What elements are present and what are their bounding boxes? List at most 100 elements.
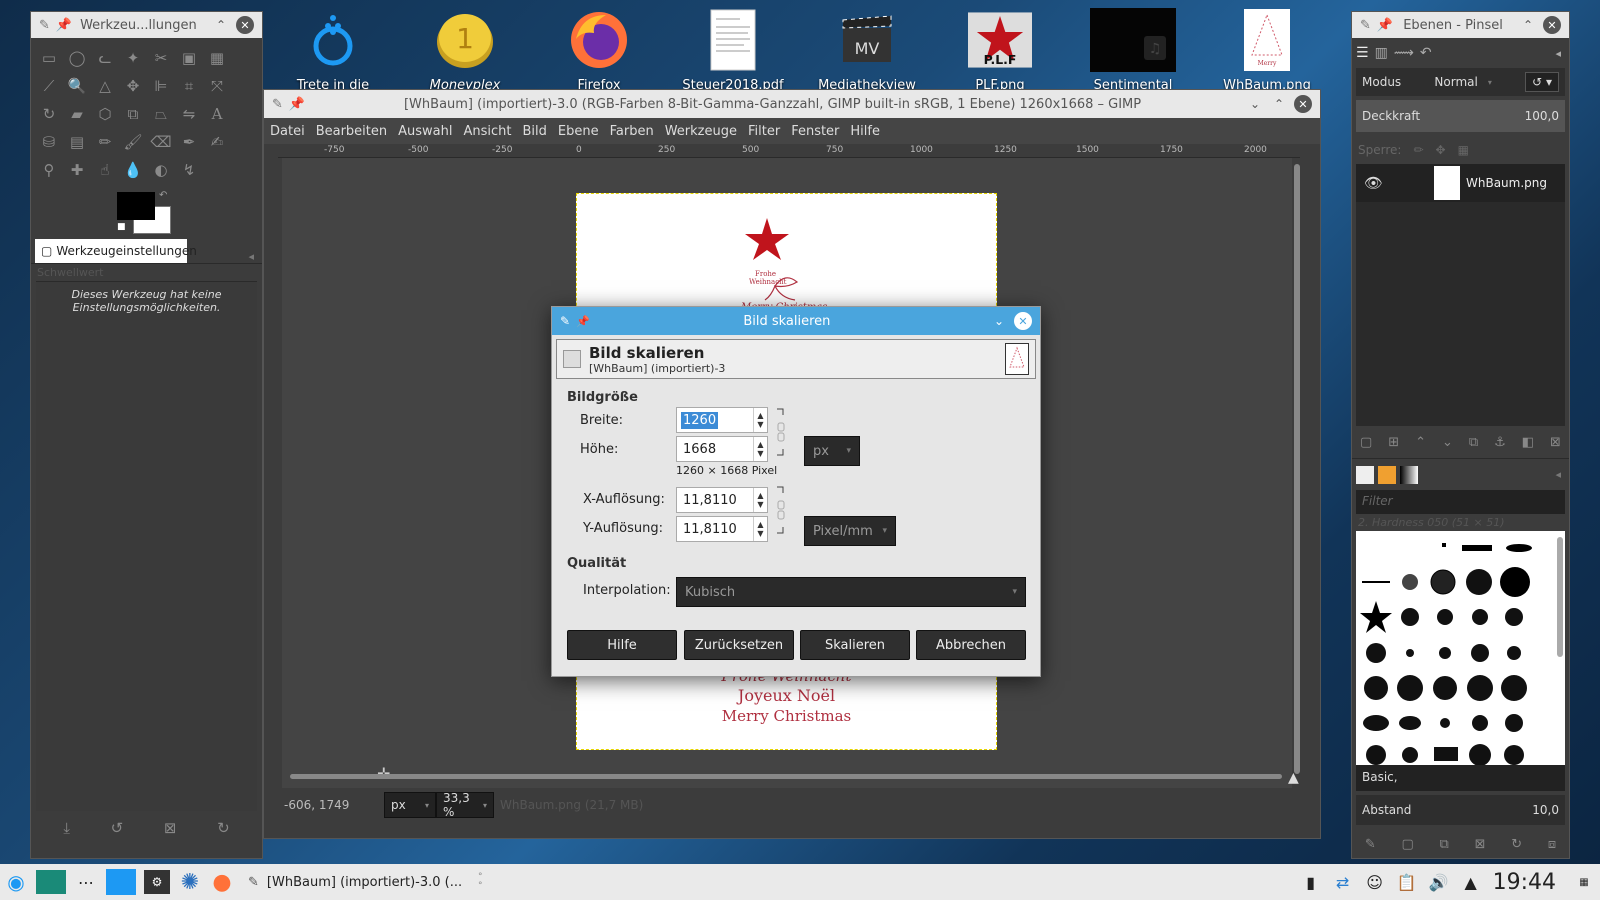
menu-farben[interactable]: Farben <box>610 124 654 139</box>
x-resolution-stepper[interactable]: ▲ ▼ <box>753 488 767 512</box>
size-chain-link-icon[interactable] <box>775 405 787 461</box>
battery-icon[interactable]: ▮ <box>1299 870 1323 894</box>
lock-alpha-icon[interactable]: ▦ <box>1458 143 1469 157</box>
smudge-tool-icon[interactable]: ☝ <box>91 156 119 184</box>
blur-tool-icon[interactable]: 💧 <box>119 156 147 184</box>
close-icon[interactable]: ✕ <box>236 16 254 34</box>
align-tool-icon[interactable]: ⊫ <box>147 72 175 100</box>
layer-row[interactable]: 👁 WhBaum.png <box>1356 164 1565 202</box>
navigate-icon[interactable]: ▲ <box>1288 770 1299 786</box>
vertical-scrollbar[interactable] <box>1292 158 1302 788</box>
close-icon[interactable]: ✕ <box>1294 95 1312 113</box>
maximize-icon[interactable]: ⌃ <box>1270 95 1288 113</box>
tab-menu-icon[interactable]: ◂ <box>1555 468 1561 481</box>
scale-button[interactable]: Skalieren <box>800 630 910 660</box>
chevron-up-icon[interactable]: ▲ <box>757 411 763 420</box>
discover-icon[interactable]: ✺ <box>178 870 202 895</box>
airbrush-tool-icon[interactable]: ✒ <box>175 128 203 156</box>
size-unit-select[interactable]: px ▾ <box>804 436 860 466</box>
menu-datei[interactable]: Datei <box>270 124 305 139</box>
unified-transform-tool-icon[interactable]: ⧉ <box>119 100 147 128</box>
paths-tab-icon[interactable]: ⟿ <box>1394 45 1414 61</box>
horizontal-ruler[interactable]: -750 -500 -250 0 250 500 750 1000 1250 1… <box>278 144 1300 158</box>
desktop-icon-plf[interactable]: P.L.F PLF.png <box>945 8 1055 93</box>
clock[interactable]: 19:44 <box>1493 870 1556 895</box>
restore-options-icon[interactable]: ↺ <box>111 819 124 837</box>
height-field[interactable]: 1668 ▲ ▼ <box>676 436 768 462</box>
pager-icon[interactable]: ° ° <box>478 873 483 891</box>
spacing-row[interactable]: Abstand 10,0 <box>1356 795 1565 825</box>
chevron-down-icon[interactable]: ▼ <box>757 420 763 429</box>
color-swatches[interactable]: ↶ ■ <box>31 190 262 240</box>
pin-icon[interactable]: 📌 <box>289 97 305 112</box>
new-layer-group-icon[interactable]: ⊞ <box>1388 435 1399 450</box>
reset-mode-icon[interactable]: ↺ ▾ <box>1525 72 1559 92</box>
brush-filter-input[interactable]: Filter <box>1356 490 1565 514</box>
refresh-brushes-icon[interactable]: ↻ <box>1511 837 1522 852</box>
collapse-icon[interactable]: ⌃ <box>1519 16 1537 34</box>
show-hidden-tray-icon[interactable]: ▲ <box>1459 870 1483 894</box>
desktop-icon-firefox[interactable]: Firefox <box>544 8 654 93</box>
dialog-titlebar[interactable]: ✎ 📌 Bild skalieren ⌄ ✕ <box>552 307 1040 335</box>
chevron-up-icon[interactable]: ▲ <box>757 520 763 529</box>
menu-fenster[interactable]: Fenster <box>791 124 839 139</box>
warp-tool-icon[interactable]: ↯ <box>175 156 203 184</box>
edit-brush-icon[interactable]: ✎ <box>1365 837 1376 852</box>
patterns-tab-icon[interactable] <box>1378 465 1396 484</box>
menu-auswahl[interactable]: Auswahl <box>398 124 452 139</box>
perspective-tool-icon[interactable]: ⏢ <box>147 100 175 128</box>
scissors-tool-icon[interactable]: ✂ <box>147 44 175 72</box>
vertical-scrollbar-thumb[interactable] <box>1294 164 1300 774</box>
reset-button[interactable]: Zurücksetzen <box>684 630 794 660</box>
brush-grid[interactable] <box>1356 531 1565 765</box>
minimize-icon[interactable]: ⌄ <box>1246 95 1264 113</box>
measure-tool-icon[interactable]: △ <box>91 72 119 100</box>
text-tool-icon[interactable]: A <box>203 100 231 128</box>
pencil-tool-icon[interactable]: ✏ <box>91 128 119 156</box>
eraser-tool-icon[interactable]: ⌫ <box>147 128 175 156</box>
flip-tool-icon[interactable]: ⇋ <box>175 100 203 128</box>
duplicate-layer-icon[interactable]: ⧉ <box>1469 435 1478 450</box>
desktop-icon-community[interactable]: Trete in die <box>278 8 388 93</box>
interpolation-select[interactable]: Kubisch ▾ <box>676 577 1026 607</box>
lock-pixels-icon[interactable]: ✏ <box>1413 143 1423 157</box>
default-colors-icon[interactable]: ■ <box>117 222 126 232</box>
eye-icon[interactable]: 👁 <box>1364 174 1434 192</box>
swap-colors-icon[interactable]: ↶ <box>159 190 167 201</box>
close-icon[interactable]: ✕ <box>1014 312 1032 330</box>
x-resolution-field[interactable]: 11,8110 ▲ ▼ <box>676 487 768 513</box>
task-gimp[interactable]: ✎ [WhBaum] (importiert)-3.0 (... <box>248 875 478 890</box>
menu-filter[interactable]: Filter <box>748 124 780 139</box>
y-resolution-field[interactable]: 11,8110 ▲ ▼ <box>676 516 768 542</box>
volume-icon[interactable]: 🔊 <box>1427 870 1451 894</box>
rect-select-tool-icon[interactable]: ▭ <box>35 44 63 72</box>
color-picker-tool-icon[interactable]: ⟋ <box>35 72 63 100</box>
duplicate-brush-icon[interactable]: ⧉ <box>1440 837 1449 852</box>
zoom-select[interactable]: 33,3 % ▾ <box>436 791 494 819</box>
gradients-tab-icon[interactable] <box>1400 465 1418 484</box>
pin-icon[interactable]: 📌 <box>576 315 590 328</box>
application-launcher-icon[interactable]: ◉ <box>4 870 28 894</box>
layers-tab-icon[interactable]: ☰ <box>1356 45 1369 61</box>
free-select-tool-icon[interactable]: ᓚ <box>91 44 119 72</box>
delete-brush-icon[interactable]: ⊠ <box>1475 837 1486 852</box>
chevron-down-icon[interactable]: ▼ <box>757 500 763 509</box>
clipboard-icon[interactable]: 📋 <box>1395 870 1419 894</box>
ellipse-select-tool-icon[interactable]: ◯ <box>63 44 91 72</box>
channels-tab-icon[interactable]: ▥ <box>1375 45 1388 61</box>
mode-select[interactable]: Normal ▾ <box>1434 75 1491 89</box>
unit-select[interactable]: px ▾ <box>384 792 436 818</box>
delete-options-icon[interactable]: ⊠ <box>164 819 177 837</box>
desktop-icon-whbaum[interactable]: Merry WhBaum.png <box>1212 8 1322 93</box>
desktop-icon-mediathekview[interactable]: MV Mediathekview <box>812 8 922 93</box>
close-icon[interactable]: ✕ <box>1543 16 1561 34</box>
brush-tag-field[interactable]: Basic, <box>1356 765 1565 791</box>
pin-icon[interactable]: 📌 <box>56 18 72 33</box>
cage-tool-icon[interactable]: ⬡ <box>91 100 119 128</box>
minimize-icon[interactable]: ⌄ <box>990 312 1008 330</box>
dock-titlebar[interactable]: ✎ 📌 Ebenen - Pinsel ⌃ ✕ <box>1352 12 1569 38</box>
brush-scrollbar[interactable] <box>1557 537 1563 657</box>
desktop-icon-sentimental[interactable]: ♫ Sentimental <box>1078 8 1188 93</box>
move-tool-icon[interactable]: ✥ <box>119 72 147 100</box>
cancel-button[interactable]: Abbrechen <box>916 630 1026 660</box>
